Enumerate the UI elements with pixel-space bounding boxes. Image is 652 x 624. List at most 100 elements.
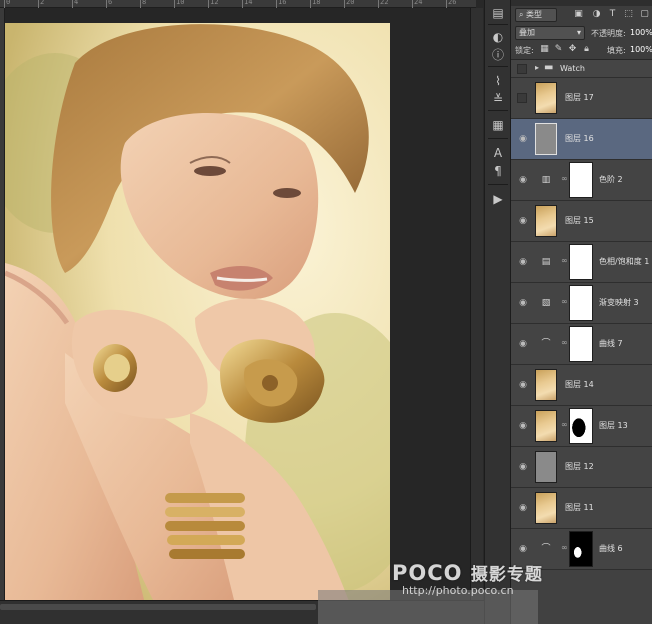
lock-all-icon[interactable]: 🔒︎ [581, 44, 592, 55]
fill-label: 填充: [607, 46, 626, 55]
blend-mode-value: 叠加 [519, 28, 535, 37]
layer-row[interactable]: ◉ ∞ 图层 13 [511, 406, 652, 447]
ruler-label: 8 [142, 0, 147, 6]
layer-name: 图层 12 [565, 462, 594, 471]
lock-label: 锁定: [515, 46, 534, 55]
layer-mask-thumbnail[interactable] [569, 162, 593, 198]
layer-thumbnail[interactable] [535, 410, 557, 442]
eye-icon[interactable]: ◉ [517, 544, 529, 554]
layer-name: 图层 16 [565, 134, 594, 143]
filter-type-dropdown[interactable]: ⌕ 类型 [515, 8, 557, 22]
layer-thumbnail[interactable] [535, 205, 557, 237]
layer-mask-thumbnail[interactable] [569, 531, 593, 567]
layer-comps-icon[interactable]: ▦ [489, 116, 507, 134]
layer-row[interactable]: ◉ 图层 11 [511, 488, 652, 529]
layer-mask-thumbnail[interactable] [569, 326, 593, 362]
adjustment-layer-icon[interactable]: ⌒ [540, 543, 552, 555]
sliders-icon[interactable]: ≚ [489, 90, 507, 108]
layer-row[interactable]: ◉ 图层 16 [511, 119, 652, 160]
eye-icon[interactable]: ◉ [517, 421, 529, 431]
panel-icon-strip: ▤ ◐ ⓘ ⌇ ≚ ▦ A ¶ ▶ [484, 0, 511, 624]
adjustment-filter-icon[interactable]: ◑ [591, 9, 602, 20]
smart-object-filter-icon[interactable]: ▢ [639, 9, 650, 20]
eye-icon[interactable]: ◉ [517, 175, 529, 185]
adjustment-layer-icon[interactable]: ⌒ [540, 338, 552, 350]
layer-name: 图层 11 [565, 503, 594, 512]
visibility-toggle[interactable] [517, 93, 527, 103]
watermark-brand: POCO [392, 561, 463, 585]
search-icon: ⌕ [519, 10, 524, 19]
filter-type-label: 类型 [526, 10, 543, 19]
chevron-down-icon: ▾ [576, 28, 581, 37]
adjustment-layer-icon[interactable]: ▧ [540, 297, 552, 309]
layer-name: 图层 15 [565, 216, 594, 225]
eye-icon[interactable]: ◉ [517, 257, 529, 267]
folder-icon: ▬ [544, 62, 554, 73]
layer-thumbnail[interactable] [535, 369, 557, 401]
link-icon: ∞ [561, 338, 568, 347]
opacity-value[interactable]: 100% [630, 28, 652, 37]
adjustment-layer-icon[interactable]: ▤ [540, 256, 552, 268]
ruler-label: 0 [6, 0, 11, 6]
ruler-tick [4, 0, 5, 8]
eye-icon[interactable]: ◉ [517, 462, 529, 472]
link-icon: ∞ [561, 297, 568, 306]
shape-filter-icon[interactable]: ⬚ [623, 9, 634, 20]
layer-thumbnail[interactable] [535, 82, 557, 114]
ruler-tick [38, 0, 39, 8]
type-filter-icon[interactable]: T [607, 9, 618, 20]
lock-transparent-icon[interactable]: ▦ [539, 44, 550, 55]
info-icon[interactable]: ⓘ [489, 46, 507, 64]
ruler-label: 26 [448, 0, 457, 6]
color-icon[interactable]: ◐ [489, 28, 507, 46]
layer-row[interactable]: ◉ 图层 14 [511, 365, 652, 406]
blend-mode-dropdown[interactable]: 叠加 ▾ [515, 26, 585, 40]
ruler-tick [208, 0, 209, 8]
eye-icon[interactable]: ◉ [517, 380, 529, 390]
layer-group-watch[interactable]: ▸ ▬ Watch [511, 60, 652, 78]
eye-icon[interactable]: ◉ [517, 298, 529, 308]
layer-thumbnail[interactable] [535, 451, 557, 483]
lock-position-icon[interactable]: ✥ [567, 44, 578, 55]
layer-row[interactable]: 图层 17 [511, 78, 652, 119]
play-icon[interactable]: ▶ [489, 190, 507, 208]
ruler-tick [106, 0, 107, 8]
layer-row[interactable]: ◉ ▧ ∞ 渐变映射 3 [511, 283, 652, 324]
scrollbar-thumb[interactable] [0, 604, 316, 610]
eye-icon[interactable]: ◉ [517, 339, 529, 349]
ruler-label: 24 [414, 0, 423, 6]
layer-row[interactable]: ◉ ▤ ∞ 色相/饱和度 1 [511, 242, 652, 283]
lock-pixels-icon[interactable]: ✎ [553, 44, 564, 55]
history-icon[interactable]: ▤ [489, 4, 507, 22]
layer-name: 图层 13 [599, 421, 628, 430]
character-icon[interactable]: A [489, 144, 507, 162]
layer-mask-thumbnail[interactable] [569, 285, 593, 321]
link-icon: ∞ [561, 256, 568, 265]
layer-thumbnail[interactable] [535, 492, 557, 524]
layer-row[interactable]: ◉ 图层 15 [511, 201, 652, 242]
pixel-filter-icon[interactable]: ▣ [573, 9, 584, 20]
document-canvas[interactable] [5, 8, 483, 604]
vertical-scrollbar[interactable] [470, 8, 483, 600]
eye-icon[interactable]: ◉ [517, 216, 529, 226]
layer-name: 图层 17 [565, 93, 594, 102]
layer-mask-thumbnail[interactable] [569, 244, 593, 280]
layer-mask-thumbnail[interactable] [569, 408, 593, 444]
eye-icon[interactable]: ◉ [517, 503, 529, 513]
adjustment-layer-icon[interactable]: ▥ [540, 174, 552, 186]
paragraph-icon[interactable]: ¶ [489, 162, 507, 180]
portrait-photo[interactable] [5, 23, 390, 604]
divider [488, 110, 508, 111]
visibility-toggle[interactable] [517, 64, 527, 74]
caret-right-icon[interactable]: ▸ [535, 63, 539, 72]
layer-thumbnail[interactable] [535, 123, 557, 155]
brush-icon[interactable]: ⌇ [489, 72, 507, 90]
layers-panel: ⌕ 类型 ▣ ◑ T ⬚ ▢ 叠加 ▾ 不透明度: 100% 锁定: ▦ ✎ ✥… [511, 0, 652, 624]
link-icon: ∞ [561, 543, 568, 552]
fill-value[interactable]: 100% [630, 45, 652, 54]
portrait-illustration [5, 23, 390, 604]
eye-icon[interactable]: ◉ [517, 134, 529, 144]
layer-row[interactable]: ◉ 图层 12 [511, 447, 652, 488]
layer-row[interactable]: ◉ ⌒ ∞ 曲线 7 [511, 324, 652, 365]
layer-row[interactable]: ◉ ▥ ∞ 色阶 2 [511, 160, 652, 201]
